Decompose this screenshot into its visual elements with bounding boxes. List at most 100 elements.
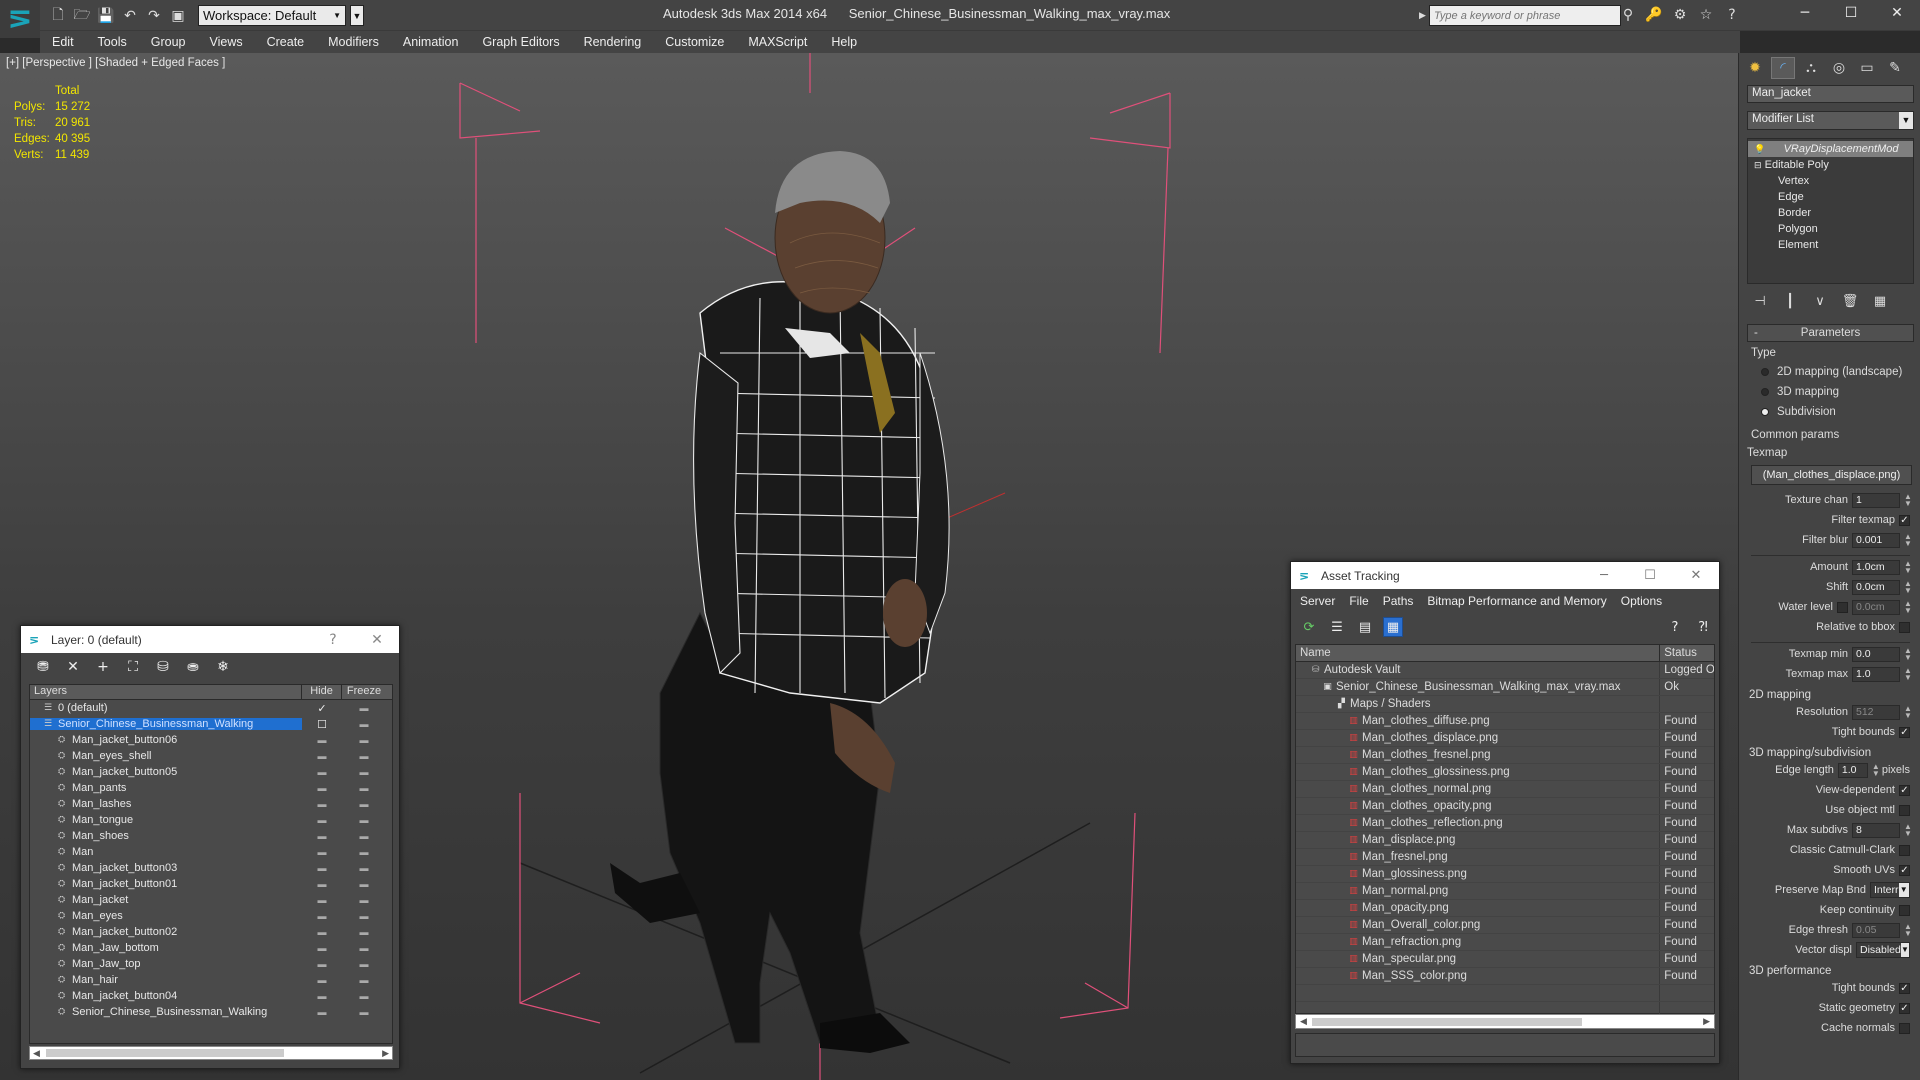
hide-toggle[interactable]: ▬ bbox=[302, 799, 342, 809]
hide-toggle[interactable]: ▬ bbox=[302, 975, 342, 985]
freeze-toggle[interactable]: ▬ bbox=[342, 863, 386, 873]
cache-normals-checkbox[interactable] bbox=[1899, 1022, 1910, 1034]
freeze-toggle[interactable]: ▬ bbox=[342, 719, 386, 729]
asset-row[interactable]: ▥ Man_clothes_diffuse.png Found bbox=[1296, 713, 1714, 730]
menu-edit[interactable]: Edit bbox=[40, 35, 86, 49]
column-freeze[interactable]: Freeze bbox=[342, 685, 386, 699]
edge-thresh-input[interactable]: 0.05 bbox=[1852, 922, 1900, 938]
freeze-all-icon[interactable]: ❄ bbox=[213, 657, 233, 677]
communication-icon[interactable]: ⚙ bbox=[1670, 5, 1690, 25]
spinner-icon[interactable]: ▲ ▼ bbox=[1904, 667, 1912, 682]
stack-item-element[interactable]: Element bbox=[1748, 237, 1913, 253]
layer-row[interactable]: ⛭ Man_hair ▬ ▬ bbox=[30, 972, 392, 988]
texture-chan-input[interactable]: 1 bbox=[1852, 492, 1900, 508]
freeze-toggle[interactable]: ▬ bbox=[342, 815, 386, 825]
freeze-toggle[interactable]: ▬ bbox=[342, 831, 386, 841]
minimize-icon[interactable]: ─ bbox=[1581, 568, 1627, 583]
hide-all-icon[interactable]: ⛂ bbox=[183, 657, 203, 677]
utilities-tab-icon[interactable]: ✎ bbox=[1883, 57, 1907, 79]
freeze-toggle[interactable]: ▬ bbox=[342, 1007, 386, 1017]
edge-length-input[interactable]: 1.0 bbox=[1837, 762, 1868, 778]
classic-catmull-checkbox[interactable] bbox=[1899, 844, 1910, 856]
show-end-result-icon[interactable]: ┃ bbox=[1781, 294, 1799, 309]
stack-item-vertex[interactable]: Vertex bbox=[1748, 173, 1913, 189]
remove-modifier-icon[interactable]: 🗑 bbox=[1841, 294, 1859, 309]
hide-toggle[interactable]: ▬ bbox=[302, 783, 342, 793]
layer-row[interactable]: ⛭ Man_pants ▬ ▬ bbox=[30, 780, 392, 796]
undo-icon[interactable]: ↶ bbox=[120, 6, 140, 26]
hide-toggle[interactable]: ▬ bbox=[302, 943, 342, 953]
stack-item-border[interactable]: Border bbox=[1748, 205, 1913, 221]
delete-layer-icon[interactable]: ✕ bbox=[63, 657, 83, 677]
freeze-toggle[interactable]: ▬ bbox=[342, 735, 386, 745]
spinner-icon[interactable]: ▲ ▼ bbox=[1904, 647, 1912, 662]
context-help-icon[interactable]: ⁈ bbox=[1693, 617, 1713, 637]
layer-row[interactable]: ⛭ Man_tongue ▬ ▬ bbox=[30, 812, 392, 828]
use-object-mtl-checkbox[interactable] bbox=[1899, 804, 1910, 816]
asset-row[interactable]: ▥ Man_displace.png Found bbox=[1296, 832, 1714, 849]
layer-row[interactable]: ⛭ Senior_Chinese_Businessman_Walking ▬ ▬ bbox=[30, 1004, 392, 1020]
freeze-toggle[interactable]: ▬ bbox=[342, 943, 386, 953]
menu-customize[interactable]: Customize bbox=[653, 35, 736, 49]
refresh-icon[interactable]: ⟳ bbox=[1299, 617, 1319, 637]
layer-row[interactable]: ⛭ Man_jacket_button06 ▬ ▬ bbox=[30, 732, 392, 748]
hide-toggle[interactable]: ☐ bbox=[302, 718, 342, 731]
layer-row[interactable]: ⛭ Man_jacket_button03 ▬ ▬ bbox=[30, 860, 392, 876]
hide-toggle[interactable]: ▬ bbox=[302, 1007, 342, 1017]
spinner-icon[interactable]: ▲ ▼ bbox=[1872, 763, 1880, 778]
resolution-input[interactable]: 512 bbox=[1852, 704, 1900, 720]
stack-item-editable-poly[interactable]: ⊟ Editable Poly bbox=[1748, 157, 1913, 173]
asset-row[interactable]: ▥ Man_clothes_displace.png Found bbox=[1296, 730, 1714, 747]
asset-row[interactable]: ▥ Man_refraction.png Found bbox=[1296, 934, 1714, 951]
menu-animation[interactable]: Animation bbox=[391, 35, 471, 49]
caret-right-icon[interactable]: ▶ bbox=[1419, 5, 1429, 26]
layer-row[interactable]: ⛭ Man_eyes ▬ ▬ bbox=[30, 908, 392, 924]
freeze-toggle[interactable]: ▬ bbox=[342, 959, 386, 969]
asset-menu-file[interactable]: File bbox=[1342, 594, 1375, 608]
spinner-icon[interactable]: ▲ ▼ bbox=[1904, 493, 1912, 508]
make-unique-icon[interactable]: ∨ bbox=[1811, 294, 1829, 309]
modify-tab-icon[interactable]: ◜ bbox=[1771, 57, 1795, 79]
highlight-layer-icon[interactable]: ⛁ bbox=[153, 657, 173, 677]
vector-displ-dropdown[interactable]: Disabled ▼ bbox=[1856, 942, 1910, 958]
tight-bounds-3d-checkbox[interactable]: ✓ bbox=[1899, 982, 1910, 994]
freeze-toggle[interactable]: ▬ bbox=[342, 767, 386, 777]
scroll-right-icon[interactable]: ▶ bbox=[382, 1048, 389, 1059]
pin-stack-icon[interactable]: ⊣ bbox=[1751, 294, 1769, 309]
workspace-dropdown[interactable]: Workspace: Default ▼ bbox=[198, 5, 346, 26]
asset-row[interactable]: ▥ Man_opacity.png Found bbox=[1296, 900, 1714, 917]
filter-texmap-checkbox[interactable]: ✓ bbox=[1899, 514, 1910, 526]
layer-row[interactable]: ⛭ Man_Jaw_top ▬ ▬ bbox=[30, 956, 392, 972]
hide-toggle[interactable]: ▬ bbox=[302, 863, 342, 873]
preserve-map-dropdown[interactable]: Interr ▼ bbox=[1870, 882, 1910, 898]
add-selected-icon[interactable]: + bbox=[93, 657, 113, 677]
new-file-icon[interactable]: 🗋 bbox=[48, 6, 68, 26]
modifier-list-dropdown[interactable]: Modifier List ▼ bbox=[1747, 111, 1914, 130]
search-input[interactable] bbox=[1429, 5, 1621, 26]
scroll-left-icon[interactable]: ◀ bbox=[1300, 1015, 1307, 1028]
hide-toggle[interactable]: ▬ bbox=[302, 991, 342, 1001]
freeze-toggle[interactable]: ▬ bbox=[342, 703, 386, 713]
motion-tab-icon[interactable]: ◎ bbox=[1827, 57, 1851, 79]
asset-menu-paths[interactable]: Paths bbox=[1376, 594, 1421, 608]
view-dependent-checkbox[interactable]: ✓ bbox=[1899, 784, 1910, 796]
hide-toggle[interactable]: ▬ bbox=[302, 959, 342, 969]
asset-row[interactable]: ▥ Man_clothes_glossiness.png Found bbox=[1296, 764, 1714, 781]
viewport-label[interactable]: [+] [Perspective ] [Shaded + Edged Faces… bbox=[6, 57, 225, 69]
help-icon[interactable]: ? bbox=[1665, 617, 1685, 637]
spinner-icon[interactable]: ▲ ▼ bbox=[1904, 600, 1912, 615]
scrollbar-thumb[interactable] bbox=[1312, 1018, 1582, 1026]
layer-row[interactable]: ⛭ Man_jacket_button01 ▬ ▬ bbox=[30, 876, 392, 892]
parameters-rollout[interactable]: - Parameters bbox=[1747, 324, 1914, 342]
create-layer-icon[interactable]: ⛃ bbox=[33, 657, 53, 677]
stack-item-polygon[interactable]: Polygon bbox=[1748, 221, 1913, 237]
shift-input[interactable]: 0.0cm bbox=[1852, 579, 1900, 595]
project-folder-icon[interactable]: ▣ bbox=[168, 6, 188, 26]
spinner-icon[interactable]: ▲ ▼ bbox=[1904, 823, 1912, 838]
freeze-toggle[interactable]: ▬ bbox=[342, 879, 386, 889]
layer-row[interactable]: ⛭ Man_shoes ▬ ▬ bbox=[30, 828, 392, 844]
texmap-button[interactable]: (Man_clothes_displace.png) bbox=[1751, 465, 1912, 485]
hide-toggle[interactable]: ▬ bbox=[302, 911, 342, 921]
spinner-icon[interactable]: ▲ ▼ bbox=[1904, 560, 1912, 575]
scrollbar-thumb[interactable] bbox=[46, 1049, 284, 1057]
